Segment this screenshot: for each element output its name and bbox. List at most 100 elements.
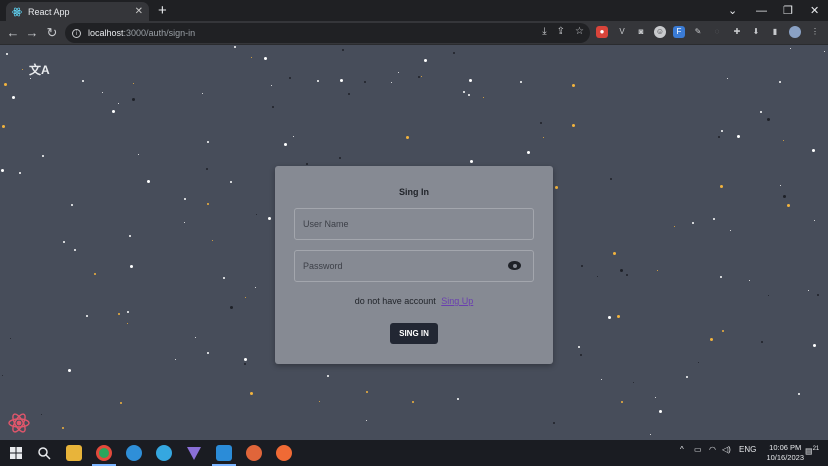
downloads-icon[interactable]: ⬇ (750, 26, 762, 38)
star-dot (234, 46, 236, 48)
system-clock[interactable]: 10:06 PM 10/16/2023 (766, 443, 804, 463)
star-dot (244, 358, 247, 361)
star-dot (284, 143, 287, 146)
telegram-icon[interactable] (156, 445, 172, 461)
star-dot (470, 160, 473, 163)
side-panel-icon[interactable]: ▮ (769, 26, 781, 38)
close-tab-icon[interactable]: ✕ (135, 6, 143, 17)
profile-avatar-icon[interactable] (789, 26, 801, 38)
extension-avatar-icon[interactable]: ☺ (654, 26, 666, 38)
language-indicator[interactable]: ENG (739, 445, 756, 454)
chrome-icon[interactable] (96, 445, 112, 461)
clock-time: 10:06 PM (769, 443, 802, 452)
star-dot (783, 140, 784, 141)
battery-icon[interactable]: ▭ (694, 445, 702, 454)
star-dot (783, 195, 786, 198)
sign-in-card: Sing In User Name Password do not have a… (275, 166, 553, 364)
star-dot (102, 92, 103, 93)
postman-icon[interactable] (276, 445, 292, 461)
browser-tab[interactable]: React App ✕ (6, 2, 149, 21)
browser-menu-icon[interactable]: ⋮ (809, 26, 821, 38)
star-dot (768, 295, 769, 296)
restore-icon[interactable]: ❐ (783, 0, 793, 21)
sign-in-button[interactable]: SING IN (390, 323, 438, 344)
star-dot (41, 414, 42, 415)
star-dot (132, 98, 135, 101)
search-icon[interactable] (36, 445, 52, 461)
star-dot (718, 136, 720, 138)
star-dot (2, 375, 3, 376)
extensions-puzzle-icon[interactable]: ✚ (731, 26, 743, 38)
star-dot (686, 376, 688, 378)
star-dot (580, 354, 582, 356)
star-dot (112, 110, 115, 113)
star-dot (424, 59, 427, 62)
edge-icon[interactable] (126, 445, 142, 461)
show-hidden-icons-icon[interactable]: ^ (680, 445, 684, 454)
forward-icon[interactable]: → (23, 24, 41, 42)
star-dot (406, 136, 409, 139)
star-dot (421, 76, 422, 77)
username-input[interactable]: User Name (294, 208, 534, 240)
minimize-icon[interactable]: — (756, 0, 767, 21)
star-dot (22, 69, 23, 70)
star-dot (230, 306, 233, 309)
eye-icon[interactable] (508, 261, 521, 270)
notification-count: 21 (812, 446, 820, 452)
site-info-icon[interactable]: i (72, 28, 81, 38)
vscode-icon[interactable] (216, 445, 232, 461)
star-dot (212, 240, 213, 241)
new-tab-icon[interactable]: + (158, 2, 167, 19)
extension-mask-icon[interactable]: ◙ (635, 26, 647, 38)
windows-start-icon[interactable] (8, 445, 24, 461)
extension-v-icon[interactable]: V (616, 26, 628, 38)
tab-search-icon[interactable]: ⌄ (728, 0, 737, 21)
star-dot (256, 214, 257, 215)
star-dot (184, 222, 185, 223)
clock-date: 10/16/2023 (766, 453, 804, 462)
star-dot (271, 85, 272, 86)
reload-icon[interactable]: ↻ (43, 24, 61, 42)
translate-icon[interactable]: 文A (29, 61, 50, 78)
star-dot (68, 369, 71, 372)
star-dot (348, 93, 350, 95)
star-dot (317, 80, 319, 82)
address-bar[interactable]: i localhost:3000/auth/sign-in ⤓ ⇪ ☆ (65, 23, 590, 43)
star-dot (457, 398, 459, 400)
star-dot (698, 362, 699, 363)
bookmark-star-icon[interactable]: ☆ (575, 26, 584, 37)
share-icon[interactable]: ⇪ (557, 26, 565, 37)
back-icon[interactable]: ← (4, 24, 22, 42)
password-input[interactable]: Password (294, 250, 534, 282)
star-dot (175, 359, 176, 360)
url-text: localhost:3000/auth/sign-in (88, 28, 196, 38)
extension-blue-icon[interactable]: F (673, 26, 685, 38)
react-devtools-icon[interactable] (8, 412, 30, 434)
star-dot (63, 241, 65, 243)
vpn-v-icon[interactable] (186, 445, 202, 461)
close-window-icon[interactable]: ✕ (810, 0, 819, 21)
react-favicon-icon (12, 7, 22, 16)
star-dot (468, 94, 470, 96)
star-dot (202, 93, 203, 94)
extension-pen-icon[interactable]: ✎ (692, 26, 704, 38)
extension-red-icon[interactable]: ● (596, 26, 608, 38)
star-dot (130, 265, 133, 268)
notifications-icon[interactable]: ▤21 (805, 446, 819, 456)
star-dot (721, 130, 723, 132)
star-dot (340, 79, 343, 82)
star-dot (250, 392, 253, 395)
star-dot (82, 80, 84, 82)
extension-gray-icon[interactable]: ◌ (711, 26, 723, 38)
star-dot (133, 83, 134, 84)
volume-icon[interactable]: ◁) (722, 445, 731, 454)
install-app-icon[interactable]: ⤓ (542, 26, 546, 37)
file-explorer-icon[interactable] (66, 445, 82, 461)
sign-up-link[interactable]: Sing Up (441, 296, 473, 306)
star-dot (207, 352, 209, 354)
firefox-icon[interactable] (246, 445, 262, 461)
wifi-icon[interactable]: ◠ (709, 445, 716, 454)
star-dot (737, 135, 740, 138)
star-dot (483, 97, 484, 98)
star-dot (86, 315, 88, 317)
